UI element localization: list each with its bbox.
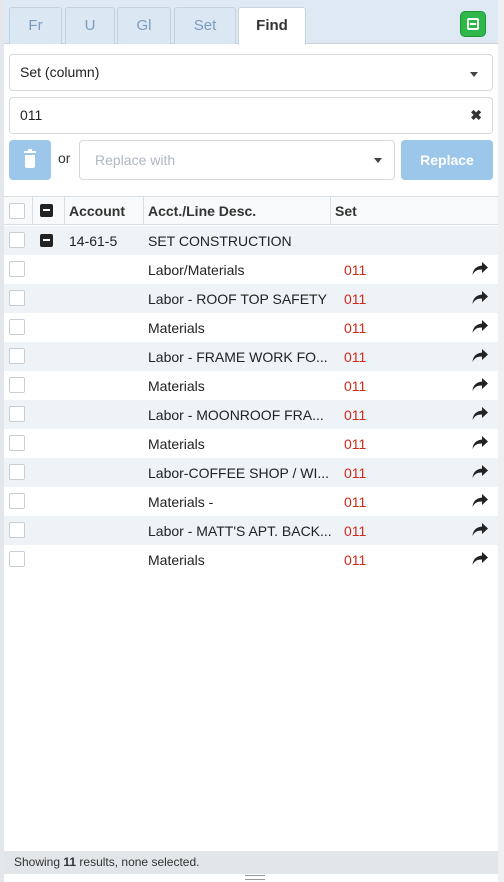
column-divider bbox=[330, 197, 331, 225]
row-set-value: 011 bbox=[344, 465, 367, 481]
delete-button[interactable] bbox=[9, 140, 51, 180]
table-row[interactable]: Labor - ROOF TOP SAFETY 011 bbox=[4, 284, 498, 313]
row-desc: Materials bbox=[148, 378, 205, 394]
share-arrow-icon[interactable] bbox=[472, 349, 488, 363]
table-row[interactable]: Labor-COFFEE SHOP / WI... 011 bbox=[4, 458, 498, 487]
right-edge bbox=[498, 0, 504, 882]
row-desc: Materials bbox=[148, 552, 205, 568]
panel-layout-icon bbox=[467, 18, 479, 30]
group-account: 14-61-5 bbox=[69, 233, 118, 249]
share-arrow-icon[interactable] bbox=[472, 465, 488, 479]
replace-button[interactable]: Replace bbox=[401, 140, 493, 180]
search-value: 011 bbox=[20, 107, 43, 123]
table-row[interactable]: Materials 011 bbox=[4, 429, 498, 458]
tab-u[interactable]: U bbox=[65, 7, 115, 44]
column-divider bbox=[64, 197, 65, 225]
table-row[interactable]: Labor - MATT'S APT. BACK... 011 bbox=[4, 516, 498, 545]
share-arrow-icon[interactable] bbox=[472, 262, 488, 276]
group-desc: SET CONSTRUCTION bbox=[148, 233, 292, 249]
header-set[interactable]: Set bbox=[335, 203, 357, 219]
status-bar: Showing 11 results, none selected. bbox=[4, 851, 498, 874]
find-column-value: Set (column) bbox=[20, 64, 100, 80]
column-divider bbox=[32, 197, 33, 225]
header-account[interactable]: Account bbox=[69, 203, 125, 219]
row-set-value: 011 bbox=[344, 494, 367, 510]
row-desc: Labor - MOONROOF FRA... bbox=[148, 407, 324, 423]
row-desc: Labor/Materials bbox=[148, 262, 245, 278]
find-panel: Fr U Gl Set Find Set (column) 011 ✖ or R… bbox=[4, 0, 498, 882]
tab-find[interactable]: Find bbox=[238, 7, 306, 45]
row-checkbox[interactable] bbox=[9, 464, 25, 480]
replace-with-select[interactable]: Replace with bbox=[79, 140, 395, 180]
replace-placeholder: Replace with bbox=[95, 152, 176, 168]
row-checkbox[interactable] bbox=[9, 290, 25, 306]
tab-gl[interactable]: Gl bbox=[117, 7, 171, 44]
group-row[interactable]: 14-61-5 SET CONSTRUCTION bbox=[4, 226, 498, 255]
row-set-value: 011 bbox=[344, 436, 367, 452]
collapse-all-icon[interactable] bbox=[40, 204, 53, 217]
table-row[interactable]: Materials 011 bbox=[4, 545, 498, 574]
grid-header: Account Acct./Line Desc. Set bbox=[4, 196, 498, 225]
table-row[interactable]: Labor/Materials 011 bbox=[4, 255, 498, 284]
column-divider bbox=[143, 197, 144, 225]
share-arrow-icon[interactable] bbox=[472, 552, 488, 566]
table-row[interactable]: Materials 011 bbox=[4, 371, 498, 400]
resize-handle[interactable] bbox=[245, 875, 265, 880]
row-set-value: 011 bbox=[344, 552, 367, 568]
tab-fr[interactable]: Fr bbox=[9, 7, 62, 44]
status-prefix: Showing bbox=[14, 855, 64, 869]
table-row[interactable]: Labor - FRAME WORK FO... 011 bbox=[4, 342, 498, 371]
trash-icon-body bbox=[25, 155, 35, 168]
tab-bar: Fr U Gl Set Find bbox=[4, 0, 498, 45]
clear-icon[interactable]: ✖ bbox=[470, 98, 482, 133]
tab-set[interactable]: Set bbox=[174, 7, 236, 44]
row-checkbox[interactable] bbox=[9, 435, 25, 451]
panel-toggle-button[interactable] bbox=[460, 11, 486, 37]
row-checkbox[interactable] bbox=[9, 319, 25, 335]
row-set-value: 011 bbox=[344, 407, 367, 423]
row-checkbox[interactable] bbox=[9, 522, 25, 538]
share-arrow-icon[interactable] bbox=[472, 320, 488, 334]
row-set-value: 011 bbox=[344, 349, 367, 365]
collapse-group-icon[interactable] bbox=[40, 234, 53, 247]
share-arrow-icon[interactable] bbox=[472, 407, 488, 421]
chevron-down-icon bbox=[470, 72, 478, 77]
row-set-value: 011 bbox=[344, 523, 367, 539]
row-desc: Materials - bbox=[148, 494, 214, 510]
row-desc: Materials bbox=[148, 436, 205, 452]
row-set-value: 011 bbox=[344, 291, 367, 307]
row-desc: Labor - ROOF TOP SAFETY bbox=[148, 291, 327, 307]
chevron-down-icon bbox=[374, 158, 382, 163]
status-suffix: results, none selected. bbox=[76, 855, 200, 869]
table-row[interactable]: Materials - 011 bbox=[4, 487, 498, 516]
or-label: or bbox=[58, 150, 71, 166]
row-checkbox[interactable] bbox=[9, 406, 25, 422]
share-arrow-icon[interactable] bbox=[472, 523, 488, 537]
share-arrow-icon[interactable] bbox=[472, 436, 488, 450]
row-desc: Labor-COFFEE SHOP / WI... bbox=[148, 465, 330, 481]
row-set-value: 011 bbox=[344, 262, 367, 278]
row-checkbox[interactable] bbox=[9, 377, 25, 393]
row-checkbox[interactable] bbox=[9, 261, 25, 277]
share-arrow-icon[interactable] bbox=[472, 378, 488, 392]
trash-icon bbox=[24, 149, 36, 153]
find-column-select[interactable]: Set (column) bbox=[9, 54, 493, 91]
select-all-checkbox[interactable] bbox=[9, 203, 25, 219]
table-row[interactable]: Materials 011 bbox=[4, 313, 498, 342]
share-arrow-icon[interactable] bbox=[472, 494, 488, 508]
header-desc[interactable]: Acct./Line Desc. bbox=[148, 203, 256, 219]
row-desc: Materials bbox=[148, 320, 205, 336]
row-set-value: 011 bbox=[344, 378, 367, 394]
row-desc: Labor - MATT'S APT. BACK... bbox=[148, 523, 332, 539]
search-input[interactable]: 011 ✖ bbox=[9, 97, 493, 134]
row-set-value: 011 bbox=[344, 320, 367, 336]
result-count: 11 bbox=[63, 855, 77, 869]
row-checkbox[interactable] bbox=[9, 232, 25, 248]
row-checkbox[interactable] bbox=[9, 493, 25, 509]
row-checkbox[interactable] bbox=[9, 348, 25, 364]
share-arrow-icon[interactable] bbox=[472, 291, 488, 305]
table-row[interactable]: Labor - MOONROOF FRA... 011 bbox=[4, 400, 498, 429]
row-checkbox[interactable] bbox=[9, 551, 25, 567]
row-desc: Labor - FRAME WORK FO... bbox=[148, 349, 328, 365]
